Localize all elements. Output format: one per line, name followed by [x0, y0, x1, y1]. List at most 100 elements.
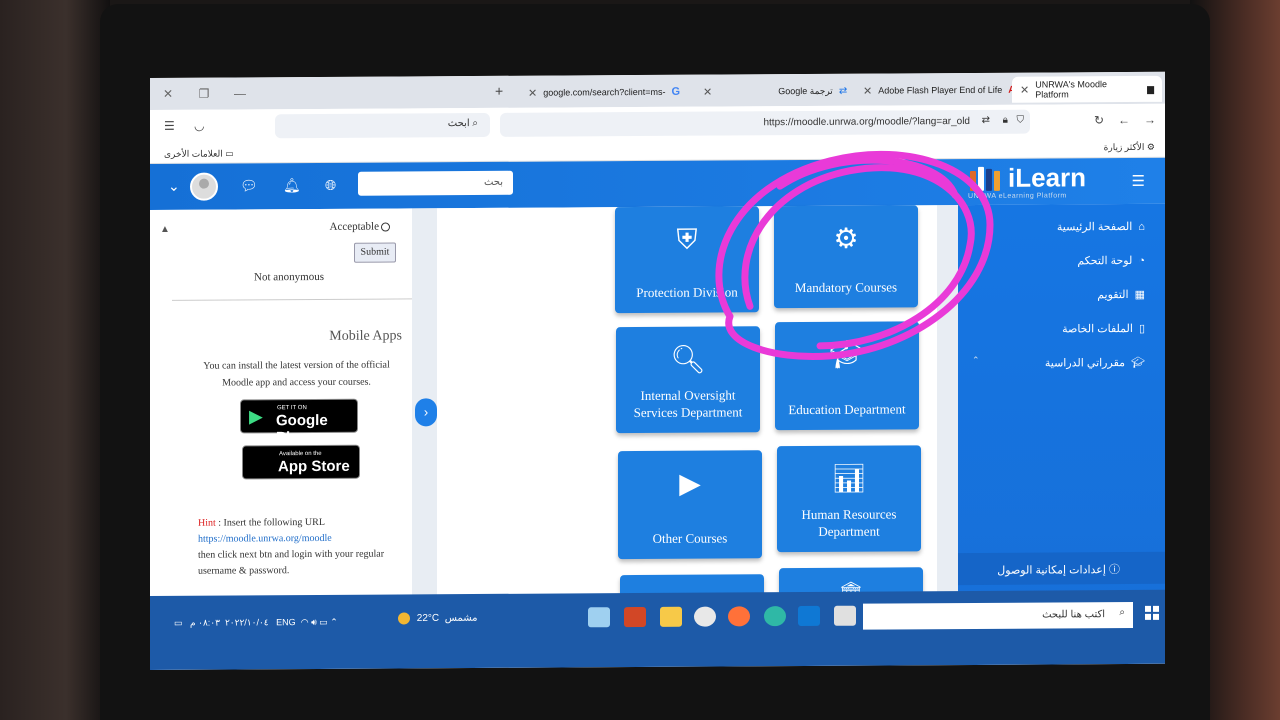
chevron-up-icon[interactable]: ▲ — [160, 224, 170, 235]
shield-check-icon: ⛨ — [676, 222, 698, 256]
volume-icon[interactable]: 🔊︎ — [311, 617, 317, 627]
graduation-cap-icon: 🎓︎ — [829, 337, 865, 371]
mail-icon[interactable] — [798, 605, 820, 627]
reload-icon[interactable]: ↻ — [1094, 113, 1104, 127]
shield-icon[interactable]: ⛉ — [1017, 115, 1025, 126]
play-triangle-icon: ▶ — [249, 406, 263, 427]
system-tray: ▭ ٢٠٢٢/١٠/٠٤ ٠٨:٠٣ م ENG ◠ 🔊︎ ▭ ⌃ — [174, 617, 338, 629]
browser-search-input[interactable]: ابحث ⌕ — [275, 112, 490, 139]
close-tab-icon[interactable]: ✕ — [863, 84, 872, 97]
taskbar-app-icon[interactable] — [588, 607, 610, 628]
language-indicator[interactable]: ENG — [276, 617, 296, 627]
home-icon: ⌂ — [1138, 220, 1145, 233]
screen: ✕ ❐ — + ✕ google.com/search?client=ms- G… — [150, 71, 1165, 671]
close-window-icon[interactable]: ✕ — [150, 87, 186, 101]
language-globe-icon[interactable]: 🌐︎ — [325, 177, 336, 194]
tab-adobe-flash[interactable]: ✕ Adobe Flash Player End of Life A — [855, 77, 1024, 104]
url-field[interactable]: https://moodle.unrwa.org/moodle/?lang=ar… — [500, 109, 1030, 137]
files-icon: ▯ — [1138, 322, 1145, 335]
moodle-icon: ▆ — [1147, 83, 1154, 94]
notification-icon[interactable]: ▭ — [174, 618, 183, 628]
calendar-icon: ▦ — [1134, 288, 1145, 301]
chevron-up-icon[interactable]: ⌃ — [330, 617, 338, 627]
tab-google-translate[interactable]: ✕ Google ترجمة ⇄ — [695, 78, 855, 105]
file-explorer-icon[interactable] — [660, 606, 682, 627]
panel-gutter-right — [937, 205, 958, 646]
folder-icon: ▭ — [225, 148, 234, 159]
most-visited[interactable]: الأكثر زيارة ⚙ — [1104, 142, 1155, 153]
background-left — [0, 0, 110, 720]
tab-unrwa-moodle[interactable]: ✕ UNRWA's Moodle Platform ▆ — [1012, 75, 1162, 103]
document-gear-icon: ⚙ — [833, 221, 859, 255]
hint-text: Hint : Insert the following URL https://… — [198, 516, 385, 577]
chrome-icon[interactable] — [694, 606, 716, 627]
radio-button[interactable] — [381, 222, 390, 232]
nav-item-home[interactable]: الصفحة الرئيسية ⌂ — [1057, 220, 1145, 233]
collapse-drawer-button[interactable]: › — [415, 398, 437, 427]
main-content: ⛨ Protection Division ⚙ Mandatory Course… — [437, 205, 937, 649]
google-icon: G — [671, 85, 681, 98]
notifications-icon[interactable]: 🔔︎ — [283, 177, 301, 194]
sun-icon — [398, 612, 410, 625]
wifi-icon[interactable]: ◠ — [301, 617, 309, 627]
powerpoint-icon[interactable] — [624, 606, 646, 628]
hamburger-menu-icon[interactable]: ☰ — [1132, 172, 1145, 190]
pocket-icon[interactable]: ◡ — [194, 119, 204, 133]
avatar[interactable] — [190, 172, 218, 201]
battery-icon[interactable]: ▭ — [319, 617, 328, 627]
clock[interactable]: ٠٨:٠٣ م — [190, 618, 220, 628]
nav-item-my-courses[interactable]: مقرراتي الدراسية 🎓︎ — [1045, 356, 1145, 370]
book-logo-icon — [968, 166, 1004, 191]
nav-item-calendar[interactable]: التقويم ▦ — [1097, 288, 1145, 301]
back-icon[interactable]: ← — [1118, 113, 1130, 127]
minimize-window-icon[interactable]: — — [222, 86, 258, 100]
submit-button[interactable]: Submit — [354, 242, 396, 263]
tile-human-resources[interactable]: 📊︎ Human Resources Department — [777, 445, 921, 553]
chevron-down-icon[interactable]: ⌄ — [168, 178, 180, 195]
site-search-input[interactable]: بحث — [358, 170, 513, 196]
forward-icon[interactable]: → — [1144, 113, 1156, 127]
restore-window-icon[interactable]: ❐ — [186, 87, 222, 101]
chevron-up-icon[interactable]: ⌃ — [972, 355, 980, 366]
divider — [172, 298, 412, 301]
tile-internal-oversight[interactable]: 🔍︎ Internal Oversight Services Departmen… — [616, 326, 760, 434]
date[interactable]: ٢٠٢٢/١٠/٠٤ — [225, 617, 269, 627]
tile-other-courses[interactable]: ▶ Other Courses — [618, 450, 762, 560]
taskbar-search-input[interactable]: اكتب هنا للبحث ⌕ — [863, 601, 1133, 630]
edge-icon[interactable] — [764, 606, 786, 627]
nav-item-private-files[interactable]: الملفات الخاصة ▯ — [1062, 322, 1145, 336]
document-search-icon: 🔍︎ — [670, 342, 706, 376]
new-tab-button[interactable]: + — [495, 83, 503, 99]
tile-mandatory-courses[interactable]: ⚙ Mandatory Courses — [774, 205, 918, 309]
nav-item-dashboard[interactable]: لوحة التحكم ◔ — [1077, 254, 1145, 267]
translate-icon: ⇄ — [838, 85, 848, 97]
firefox-icon[interactable] — [728, 606, 750, 627]
messages-icon[interactable]: 💬︎ — [240, 177, 258, 194]
google-play-badge[interactable]: ▶ GET IT ON Google Play — [240, 398, 358, 446]
store-icon[interactable] — [834, 605, 856, 626]
ilearn-logo[interactable]: iLearn UNRWA eLearning Platform — [968, 160, 1118, 201]
mobile-apps-title: Mobile Apps — [329, 328, 402, 344]
mobile-apps-description: You can install the latest version of th… — [203, 359, 390, 389]
accessibility-icon: ⓘ — [1109, 564, 1120, 577]
app-store-badge[interactable]: Available on the App Store — [242, 444, 360, 480]
close-tab-icon[interactable]: ✕ — [703, 85, 712, 98]
anonymity-status: Not anonymous — [254, 270, 324, 284]
permissions-icon[interactable]: ⇄ — [982, 115, 990, 126]
moodle-url-link[interactable]: https://moodle.unrwa.org/moodle — [198, 533, 332, 545]
close-tab-icon[interactable]: ✕ — [1020, 83, 1029, 96]
search-icon: ⌕ — [1119, 607, 1125, 619]
lock-icon: 🔒︎ — [1002, 114, 1008, 126]
presentation-icon: 📊︎ — [831, 461, 867, 495]
close-tab-icon[interactable]: ✕ — [528, 86, 537, 99]
weather-widget[interactable]: 22°C مشمس — [398, 612, 478, 625]
menu-icon[interactable]: ☰ — [164, 119, 175, 133]
accessibility-settings[interactable]: إعدادات إمكانية الوصول ⓘ — [958, 551, 1165, 586]
tile-education-department[interactable]: 🎓︎ Education Department — [775, 321, 919, 431]
other-bookmarks[interactable]: العلامات الأخرى ▭ — [164, 148, 234, 159]
tab-google-search[interactable]: ✕ google.com/search?client=ms- G — [520, 79, 688, 106]
windows-start-icon[interactable] — [1145, 605, 1159, 620]
tile-protection-division[interactable]: ⛨ Protection Division — [615, 206, 759, 314]
feedback-option[interactable]: Acceptable — [330, 221, 390, 233]
cap-icon: 🎓︎ — [1131, 356, 1145, 370]
